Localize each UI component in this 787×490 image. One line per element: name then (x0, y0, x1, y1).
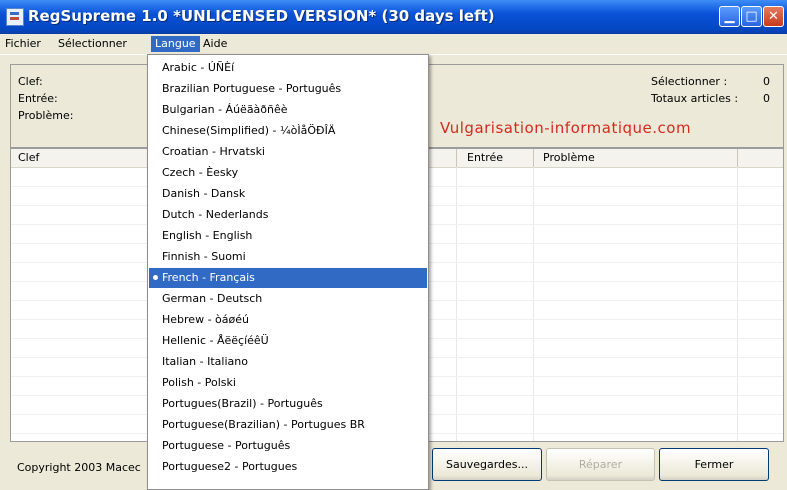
menu-bar: Fichier Sélectionner Langue Aide (0, 34, 787, 55)
language-option[interactable]: Portuguese2 - Portugues (149, 457, 427, 477)
column-header-clef[interactable]: Clef (18, 151, 39, 164)
language-option[interactable]: Polish - Polski (149, 373, 427, 393)
close-button[interactable]: ✕ (763, 6, 784, 27)
language-option[interactable]: Brazilian Portuguese - Português (149, 79, 427, 99)
watermark-text: Vulgarisation-informatique.com (440, 119, 692, 137)
reparer-button[interactable]: Réparer (546, 448, 655, 481)
radio-bullet-icon (153, 275, 158, 280)
main-window: RegSupreme 1.0 *UNLICENSED VERSION* (30 … (0, 0, 787, 490)
column-divider[interactable] (533, 149, 534, 167)
copyright-text: Copyright 2003 Macec (17, 461, 141, 474)
language-option[interactable]: Bulgarian - Áúëãàðñêè (149, 100, 427, 120)
language-option[interactable]: Portuguese - Português (149, 436, 427, 456)
menu-fichier[interactable]: Fichier (1, 36, 45, 52)
language-option-selected[interactable]: French - Français (149, 268, 427, 288)
app-icon[interactable] (6, 8, 24, 26)
language-option[interactable]: Chinese(Simplified) - ¼òÌåÖÐÎÄ (149, 121, 427, 141)
menu-aide[interactable]: Aide (199, 36, 231, 52)
title-bar[interactable]: RegSupreme 1.0 *UNLICENSED VERSION* (30 … (0, 0, 787, 34)
language-option[interactable]: Hebrew - òáøéú (149, 310, 427, 330)
probleme-label: Problème: (18, 109, 74, 122)
grid-line (533, 167, 534, 441)
language-option-label: French - Français (162, 271, 255, 284)
fermer-button[interactable]: Fermer (659, 448, 769, 481)
menu-selectionner[interactable]: Sélectionner (54, 36, 131, 52)
window-title: RegSupreme 1.0 *UNLICENSED VERSION* (30 … (28, 7, 495, 25)
language-option[interactable]: Arabic - ÚÑÈí (149, 58, 427, 78)
entree-label: Entrée: (18, 92, 58, 105)
column-header-entree[interactable]: Entrée (467, 151, 503, 164)
selectionner-stat-label: Sélectionner : (651, 75, 728, 88)
column-divider[interactable] (737, 149, 738, 167)
clef-label: Clef: (18, 75, 43, 88)
totaux-stat-label: Totaux articles : (651, 92, 739, 105)
minimize-button[interactable]: ▁ (719, 6, 740, 27)
selectionner-stat-value: 0 (763, 75, 770, 88)
language-option[interactable]: Portugues(Brazil) - Português (149, 394, 427, 414)
language-dropdown-menu[interactable]: Arabic - ÚÑÈí Brazilian Portuguese - Por… (147, 54, 429, 490)
menu-langue[interactable]: Langue (151, 36, 200, 52)
language-option[interactable]: German - Deutsch (149, 289, 427, 309)
language-option[interactable]: Hellenic - ÅëëçíéêÜ (149, 331, 427, 351)
language-option[interactable]: Dutch - Nederlands (149, 205, 427, 225)
grid-line (456, 167, 457, 441)
language-option[interactable]: Croatian - Hrvatski (149, 142, 427, 162)
grid-line (737, 167, 738, 441)
language-option[interactable]: Danish - Dansk (149, 184, 427, 204)
maximize-button[interactable]: □ (741, 6, 762, 27)
language-option[interactable]: English - English (149, 226, 427, 246)
language-option[interactable]: Italian - Italiano (149, 352, 427, 372)
language-option[interactable]: Portuguese(Brazilian) - Portugues BR (149, 415, 427, 435)
totaux-stat-value: 0 (763, 92, 770, 105)
language-option[interactable]: Finnish - Suomi (149, 247, 427, 267)
language-option[interactable]: Czech - Èesky (149, 163, 427, 183)
column-divider[interactable] (456, 149, 457, 167)
column-header-probleme[interactable]: Problème (543, 151, 595, 164)
sauvegardes-button[interactable]: Sauvegardes... (432, 448, 542, 481)
